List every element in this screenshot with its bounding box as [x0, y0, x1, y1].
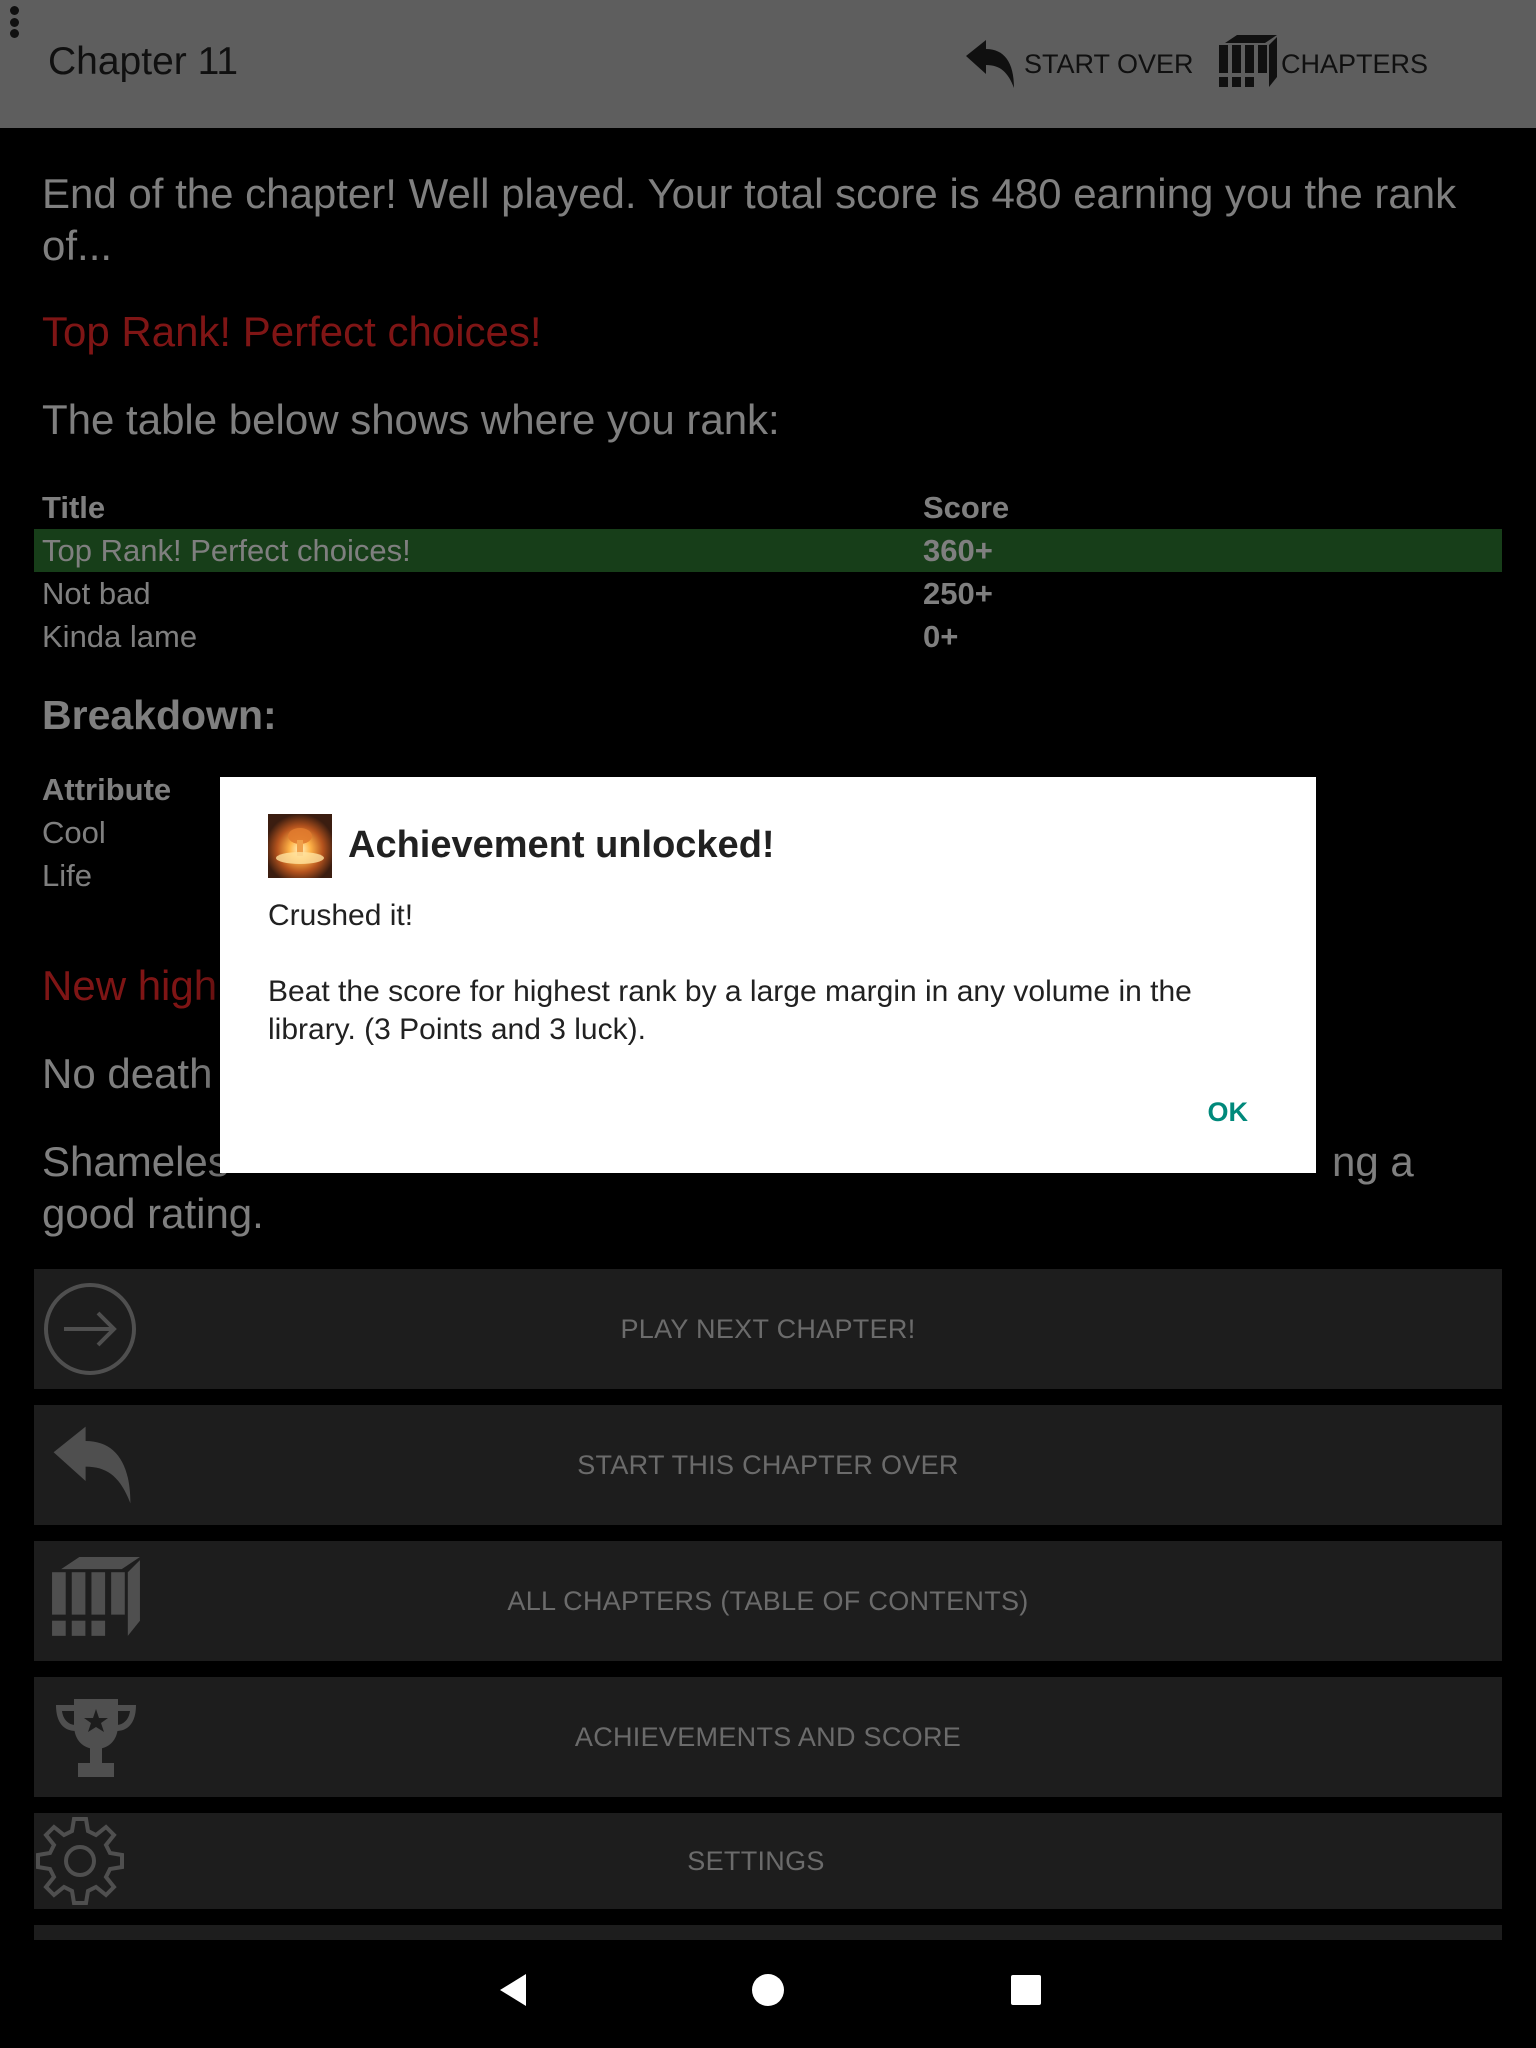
- dialog-message: Crushed it! Beat the score for highest r…: [268, 899, 1192, 1046]
- explosion-icon: [268, 814, 332, 878]
- recents-icon[interactable]: [1008, 1970, 1044, 2010]
- home-icon[interactable]: [750, 1970, 786, 2010]
- ok-button[interactable]: OK: [1208, 1097, 1249, 1128]
- dialog-title: Achievement unlocked!: [348, 824, 775, 866]
- back-icon[interactable]: [494, 1970, 530, 2010]
- system-navigation-bar: [0, 1940, 1536, 2048]
- achievement-dialog: Achievement unlocked! Crushed it! Beat t…: [220, 777, 1316, 1173]
